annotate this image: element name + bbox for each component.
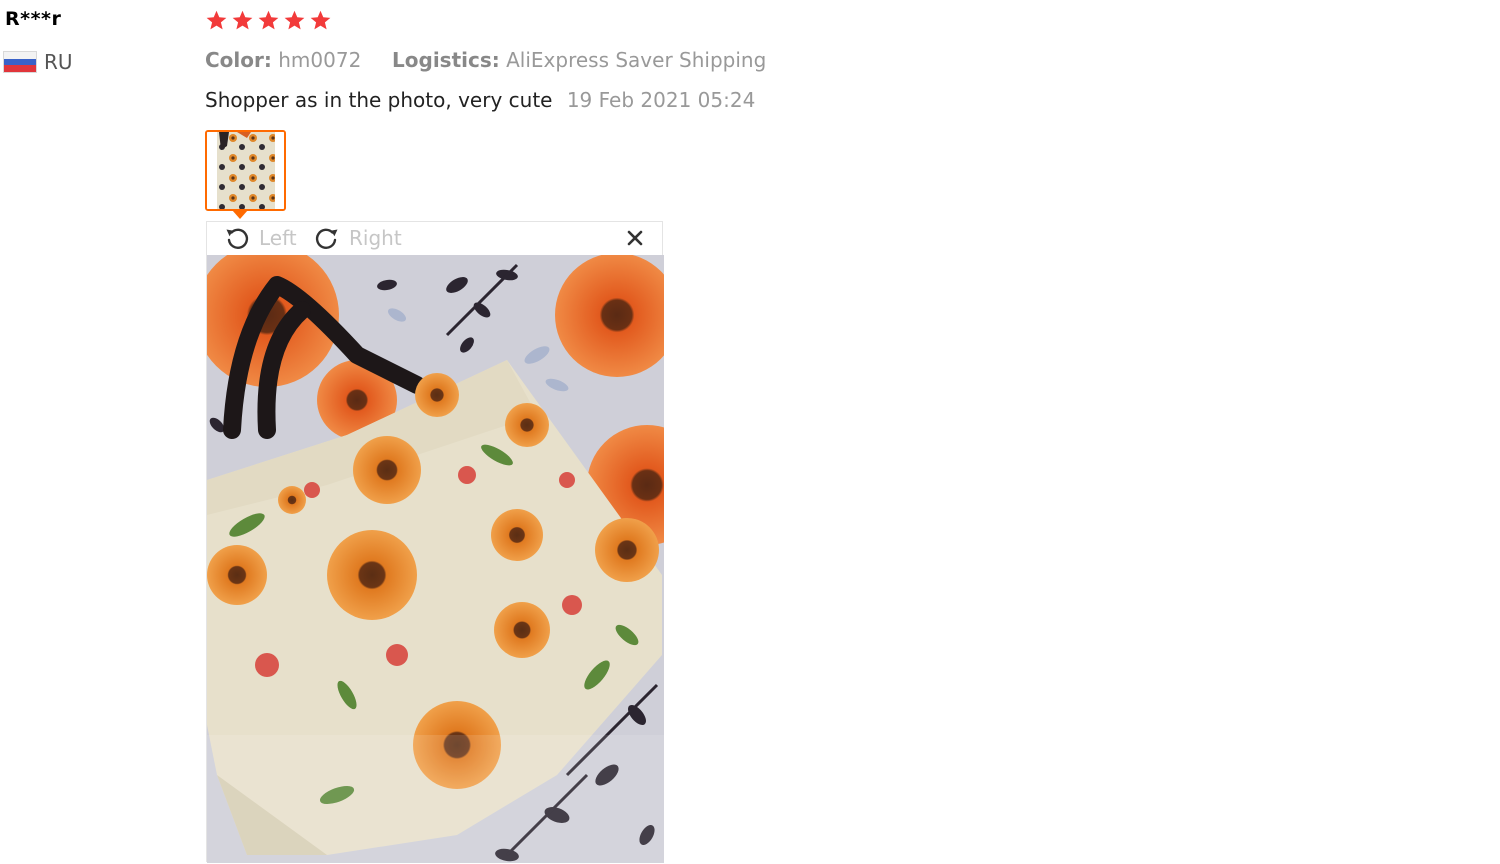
review-attributes: Color: hm0072 Logistics: AliExpress Save…: [205, 48, 766, 72]
reviewer-name: R***r: [5, 8, 62, 30]
review-page: R***r RU Color: hm0072 Logistics: AliExp…: [0, 0, 1500, 864]
thumbnail-image: [207, 132, 284, 209]
tote-bag-photo: [207, 255, 664, 863]
star-icon: [232, 10, 253, 30]
review-photo-thumbnail[interactable]: [205, 130, 286, 211]
review-body: Shopper as in the photo, very cute 19 Fe…: [205, 88, 755, 112]
star-icon: [258, 10, 279, 30]
reviewer-country: RU: [4, 50, 73, 74]
attribute-label-logistics: Logistics:: [392, 48, 500, 72]
rotate-right-icon: [315, 228, 338, 249]
star-icon: [206, 10, 227, 30]
country-code: RU: [44, 50, 73, 74]
russia-flag-icon: [4, 52, 36, 73]
review-text: Shopper as in the photo, very cute: [205, 88, 553, 112]
rotate-right-button[interactable]: Right: [313, 224, 402, 252]
thumbnail-pointer: [232, 210, 248, 219]
close-icon[interactable]: [626, 229, 644, 247]
attribute-label-color: Color:: [205, 48, 272, 72]
review-photo-large: [207, 255, 664, 863]
star-rating: [205, 9, 332, 32]
rotate-right-label: Right: [349, 226, 402, 250]
star-icon: [310, 10, 331, 30]
rotate-left-button[interactable]: Left: [223, 224, 297, 252]
attribute-value-color: hm0072: [278, 48, 362, 72]
viewer-toolbar: Left Right: [207, 222, 662, 254]
star-icon: [284, 10, 305, 30]
review-date: 19 Feb 2021 05:24: [566, 88, 756, 112]
rotate-left-icon: [226, 228, 249, 249]
photo-viewer: Left Right: [206, 221, 664, 863]
attribute-value-logistics: AliExpress Saver Shipping: [506, 48, 767, 72]
rotate-left-label: Left: [259, 226, 297, 250]
